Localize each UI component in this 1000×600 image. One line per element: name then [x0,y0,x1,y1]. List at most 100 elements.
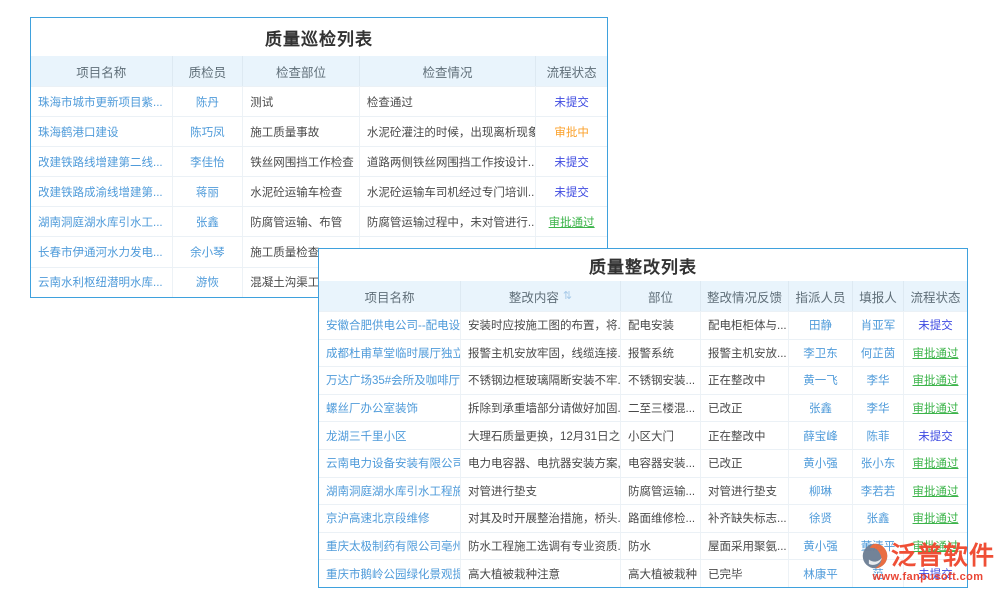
cell-status[interactable]: 未提交 [536,177,607,206]
cell-project[interactable]: 珠海市城市更新项目紫... [31,87,173,116]
cell-project[interactable]: 湖南洞庭湖水库引水工程施工I标 [319,478,461,505]
cell-assignee: 黄一飞 [789,367,853,394]
table-row: 云南电力设备安装有限公司20...电力电容器、电抗器安装方案,...电容器安装.… [319,449,967,477]
cell-status[interactable]: 审批通过 [904,478,967,505]
column-header-reporter: 填报人 [853,281,904,311]
fanpu-logo-icon [861,542,889,570]
cell-reporter: 陈菲 [853,422,904,449]
column-header-status: 流程状态 [536,56,607,86]
cell-part: 二至三楼混... [621,395,701,422]
cell-part: 铁丝网围挡工作检查 [243,147,360,176]
table-row: 成都杜甫草堂临时展厅独立展...报警主机安放牢固，线缆连接...报警系统报警主机… [319,339,967,367]
cell-status[interactable]: 审批通过 [904,367,967,394]
cell-assignee: 薛宝峰 [789,422,853,449]
column-header-content[interactable]: 整改内容 ⇅ [461,281,621,311]
cell-status[interactable]: 审批通过 [904,450,967,477]
cell-project[interactable]: 云南电力设备安装有限公司20... [319,450,461,477]
cell-situation: 水泥砼灌注的时候，出现离析现象 [360,117,536,146]
cell-content: 不锈钢边框玻璃隔断安装不牢... [461,367,621,394]
cell-project[interactable]: 安徽合肥供电公司--配电设备... [319,312,461,339]
column-header-label: 质检员 [189,62,227,81]
cell-inspector: 余小琴 [173,237,244,266]
cell-project[interactable]: 云南水利枢纽潜明水库... [31,268,173,297]
cell-content: 对其及时开展整治措施，桥头... [461,505,621,532]
cell-content: 对管进行垫支 [461,478,621,505]
table-header-row: 项目名称 质检员 检查部位 检查情况 流程状态 [31,56,607,86]
cell-part: 小区大门 [621,422,701,449]
cell-content: 拆除到承重墙部分请做好加固... [461,395,621,422]
cell-part: 报警系统 [621,340,701,367]
table-row: 珠海市城市更新项目紫...陈丹测试检查通过未提交 [31,86,607,116]
column-header-situation: 检查情况 [360,56,536,86]
cell-part: 防腐管运输、布管 [243,207,360,236]
column-header-status: 流程状态 [904,281,967,311]
cell-part: 不锈钢安装... [621,367,701,394]
cell-reporter: 何芷茵 [853,340,904,367]
column-header-label: 填报人 [859,287,897,306]
cell-feedback: 报警主机安放... [701,340,789,367]
cell-status[interactable]: 未提交 [904,422,967,449]
cell-part: 高大植被栽种 [621,560,701,587]
fanpu-brand-text: 泛普软件 [891,544,995,569]
column-header-label: 指派人员 [795,287,845,306]
cell-content: 安装时应按施工图的布置，将... [461,312,621,339]
cell-project[interactable]: 龙湖三千里小区 [319,422,461,449]
fanpu-logo: 泛普软件 www.fanpusoft.com [858,542,998,583]
cell-situation: 检查通过 [360,87,536,116]
cell-inspector: 蒋丽 [173,177,244,206]
cell-assignee: 李卫东 [789,340,853,367]
column-header-inspector: 质检员 [173,56,244,86]
column-header-label: 检查情况 [423,62,473,81]
cell-status[interactable]: 未提交 [536,87,607,116]
cell-content: 报警主机安放牢固，线缆连接... [461,340,621,367]
table-row: 京沪高速北京段维修对其及时开展整治措施，桥头...路面维修检...补齐缺失标志.… [319,504,967,532]
cell-project[interactable]: 成都杜甫草堂临时展厅独立展... [319,340,461,367]
cell-status[interactable]: 审批通过 [904,395,967,422]
fanpu-website-url: www.fanpusoft.com [873,571,984,583]
cell-project[interactable]: 珠海鹤港口建设 [31,117,173,146]
cell-assignee: 张鑫 [789,395,853,422]
cell-part: 防腐管运输... [621,478,701,505]
cell-status[interactable]: 未提交 [536,147,607,176]
cell-project[interactable]: 长春市伊通河水力发电... [31,237,173,266]
cell-status[interactable]: 未提交 [904,312,967,339]
table-header-row: 项目名称整改内容⇅部位整改情况反馈指派人员填报人流程状态 [319,281,967,311]
cell-reporter: 张鑫 [853,505,904,532]
cell-inspector: 游恢 [173,268,244,297]
cell-project[interactable]: 湖南洞庭湖水库引水工... [31,207,173,236]
table-row: 珠海鹤港口建设陈巧凤施工质量事故水泥砼灌注的时候，出现离析现象审批中 [31,116,607,146]
cell-content: 电力电容器、电抗器安装方案,... [461,450,621,477]
cell-feedback: 对管进行垫支 [701,478,789,505]
cell-inspector: 陈巧凤 [173,117,244,146]
cell-assignee: 田静 [789,312,853,339]
cell-project[interactable]: 改建铁路成渝线增建第... [31,177,173,206]
cell-project[interactable]: 重庆市鹅岭公园绿化景观提升... [319,560,461,587]
cell-status[interactable]: 审批中 [536,117,607,146]
cell-feedback: 已改正 [701,395,789,422]
cell-project[interactable]: 京沪高速北京段维修 [319,505,461,532]
cell-project[interactable]: 螺丝厂办公室装饰 [319,395,461,422]
cell-status[interactable]: 审批通过 [536,207,607,236]
cell-assignee: 柳琳 [789,478,853,505]
table-row: 螺丝厂办公室装饰拆除到承重墙部分请做好加固...二至三楼混...已改正张鑫李华审… [319,394,967,422]
cell-assignee: 徐贤 [789,505,853,532]
cell-reporter: 肖亚军 [853,312,904,339]
cell-project[interactable]: 改建铁路线增建第二线... [31,147,173,176]
column-header-label: 整改内容 [509,287,559,306]
table-row: 湖南洞庭湖水库引水工程施工I标对管进行垫支防腐管运输...对管进行垫支柳琳李若若… [319,477,967,505]
column-header-label: 部位 [648,287,673,306]
cell-part: 施工质量事故 [243,117,360,146]
cell-status[interactable]: 审批通过 [904,505,967,532]
cell-feedback: 配电柜柜体与... [701,312,789,339]
sort-icon[interactable]: ⇅ [563,291,572,302]
column-header-label: 项目名称 [76,62,126,81]
cell-project[interactable]: 万达广场35#会所及咖啡厅空... [319,367,461,394]
cell-situation: 防腐管运输过程中，未对管进行... [360,207,536,236]
column-header-part: 检查部位 [243,56,360,86]
cell-project[interactable]: 重庆太极制药有限公司亳州中... [319,533,461,560]
quality-rectification-table-panel: 质量整改列表 项目名称整改内容⇅部位整改情况反馈指派人员填报人流程状态 安徽合肥… [318,248,968,588]
table-row: 安徽合肥供电公司--配电设备...安装时应按施工图的布置，将...配电安装配电柜… [319,311,967,339]
cell-status[interactable]: 审批通过 [904,340,967,367]
column-header-label: 检查部位 [276,62,326,81]
table-title: 质量整改列表 [319,249,967,281]
